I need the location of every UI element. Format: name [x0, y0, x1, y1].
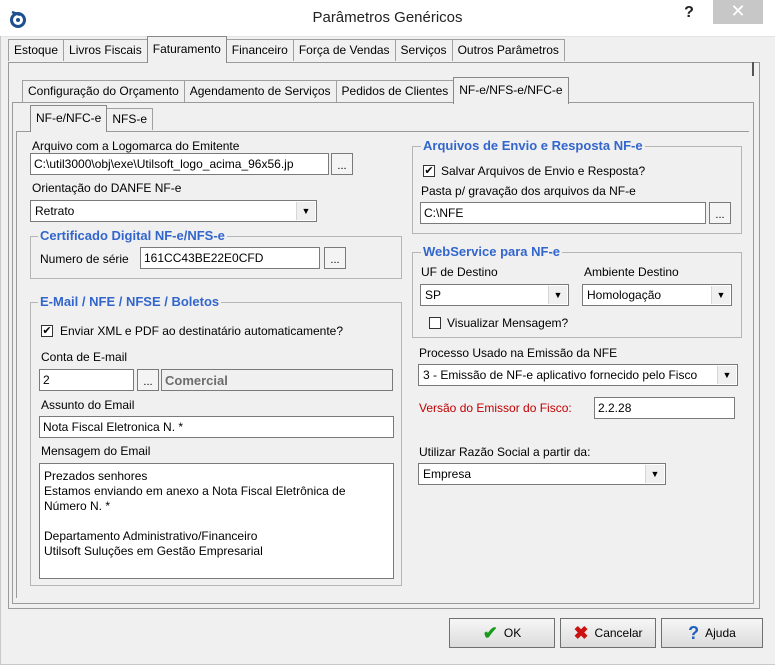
uf-label: UF de Destino	[421, 265, 498, 279]
tab-configuracao-orcamento[interactable]: Configuração do Orçamento	[22, 80, 185, 102]
danfe-orientation-select[interactable]: Retrato ▼	[30, 200, 317, 222]
salvar-arquivos-label: Salvar Arquivos de Envio e Resposta?	[441, 164, 646, 178]
salvar-arquivos-checkbox[interactable]: ✔	[423, 165, 435, 177]
auto-send-label: Enviar XML e PDF ao destinatário automat…	[60, 324, 344, 338]
faturamento-tab-row: Configuração do Orçamento Agendamento de…	[22, 77, 569, 104]
logo-browse-button[interactable]: ...	[331, 153, 353, 175]
cancel-button[interactable]: ✖ Cancelar	[560, 618, 656, 648]
tab-servicos[interactable]: Serviços	[394, 39, 453, 61]
certificado-group-title: Certificado Digital NF-e/NFS-e	[38, 228, 227, 243]
scroll-marker	[752, 62, 754, 76]
tab-livros-fiscais[interactable]: Livros Fiscais	[63, 39, 148, 61]
nf-tab-row: NF-e/NFC-e NFS-e	[30, 105, 154, 132]
conta-label: Conta de E-mail	[41, 350, 128, 364]
assunto-input[interactable]: Nota Fiscal Eletronica N. *	[39, 416, 394, 438]
versao-label: Versão do Emissor do Fisco:	[419, 401, 572, 415]
main-tab-row: Estoque Livros Fiscais Faturamento Finan…	[8, 36, 565, 63]
ok-button[interactable]: ✔ OK	[449, 618, 555, 648]
processo-select[interactable]: 3 - Emissão de NF-e aplicativo fornecido…	[418, 364, 738, 386]
tab-agendamento-servicos[interactable]: Agendamento de Serviços	[183, 80, 337, 102]
cross-icon: ✖	[573, 622, 589, 643]
ambiente-label: Ambiente Destino	[584, 265, 679, 279]
tab-estoque[interactable]: Estoque	[8, 39, 65, 61]
close-button[interactable]: ✕	[713, 0, 763, 24]
help-title-button[interactable]: ?	[674, 2, 704, 24]
conta-input[interactable]: 2	[39, 369, 134, 391]
chevron-down-icon[interactable]: ▼	[296, 202, 315, 220]
pasta-input[interactable]: C:\NFE	[420, 202, 706, 224]
window-title: Parâmetros Genéricos	[312, 9, 463, 26]
logo-path-input[interactable]: C:\util3000\obj\exe\Utilsoft_logo_acima_…	[30, 153, 329, 175]
cancel-label: Cancelar	[594, 626, 643, 640]
danfe-orientation-value: Retrato	[35, 204, 75, 218]
tab-nfe-nfse-nfce[interactable]: NF-e/NFS-e/NFC-e	[453, 77, 569, 104]
mensagem-textarea[interactable]: Prezados senhores Estamos enviando em an…	[39, 463, 394, 579]
pasta-browse-button[interactable]: ...	[709, 202, 731, 224]
tab-financeiro[interactable]: Financeiro	[225, 39, 294, 61]
help-label: Ajuda	[705, 626, 736, 640]
mensagem-label: Mensagem do Email	[41, 444, 151, 458]
serie-input[interactable]: 161CC43BE22E0CFD	[140, 247, 320, 269]
processo-label: Processo Usado na Emissão da NFE	[419, 346, 618, 360]
tab-pedidos-clientes[interactable]: Pedidos de Clientes	[335, 80, 455, 102]
mensagem-line: Estamos enviando em anexo a Nota Fiscal …	[44, 484, 346, 498]
chevron-down-icon[interactable]: ▼	[548, 286, 567, 304]
versao-input[interactable]: 2.2.28	[594, 397, 735, 419]
email-group-title: E-Mail / NFE / NFSE / Boletos	[38, 294, 222, 309]
mensagem-line: Utilsoft Suluções em Gestão Empresarial	[44, 544, 263, 558]
pasta-label: Pasta p/ gravação dos arquivos da NF-e	[421, 184, 636, 198]
visualizar-checkbox[interactable]	[429, 317, 441, 329]
auto-send-checkbox[interactable]: ✔	[41, 325, 53, 337]
question-mark-icon: ?	[688, 622, 700, 643]
mensagem-line: Departamento Administrativo/Financeiro	[44, 529, 258, 543]
ok-label: OK	[503, 626, 522, 640]
mensagem-line	[44, 514, 389, 529]
ambiente-value: Homologação	[587, 288, 662, 302]
razao-select[interactable]: Empresa ▼	[418, 463, 666, 485]
uf-value: SP	[425, 288, 442, 302]
conta-browse-button[interactable]: ...	[137, 369, 159, 391]
uf-select[interactable]: SP ▼	[420, 284, 569, 306]
tab-nfse[interactable]: NFS-e	[106, 108, 154, 130]
tab-faturamento[interactable]: Faturamento	[146, 36, 227, 63]
processo-value: 3 - Emissão de NF-e aplicativo fornecido…	[423, 368, 698, 382]
assunto-label: Assunto do Email	[41, 398, 135, 412]
serie-browse-button[interactable]: ...	[324, 247, 346, 269]
checkmark-icon: ✔	[482, 622, 498, 643]
danfe-label: Orientação do DANFE NF-e	[32, 181, 182, 195]
tab-forca-de-vendas[interactable]: Força de Vendas	[292, 39, 396, 61]
logo-label: Arquivo com a Logomarca do Emitente	[32, 139, 240, 153]
webservice-group-title: WebService para NF-e	[421, 244, 563, 259]
help-button[interactable]: ? Ajuda	[661, 618, 763, 648]
ambiente-select[interactable]: Homologação ▼	[582, 284, 732, 306]
mensagem-line: Número N. *	[44, 499, 111, 513]
mensagem-line: Prezados senhores	[44, 469, 148, 483]
serie-label: Numero de série	[40, 252, 129, 266]
chevron-down-icon[interactable]: ▼	[717, 366, 736, 384]
tab-nfe-nfce[interactable]: NF-e/NFC-e	[30, 105, 108, 132]
conta-name-display: Comercial	[161, 369, 393, 391]
arquivos-group-title: Arquivos de Envio e Resposta NF-e	[421, 138, 645, 153]
razao-label: Utilizar Razão Social a partir da:	[419, 445, 591, 459]
razao-value: Empresa	[423, 467, 472, 481]
chevron-down-icon[interactable]: ▼	[645, 465, 664, 483]
visualizar-label: Visualizar Mensagem?	[447, 316, 569, 330]
tab-outros-parametros[interactable]: Outros Parâmetros	[451, 39, 565, 61]
chevron-down-icon[interactable]: ▼	[711, 286, 730, 304]
